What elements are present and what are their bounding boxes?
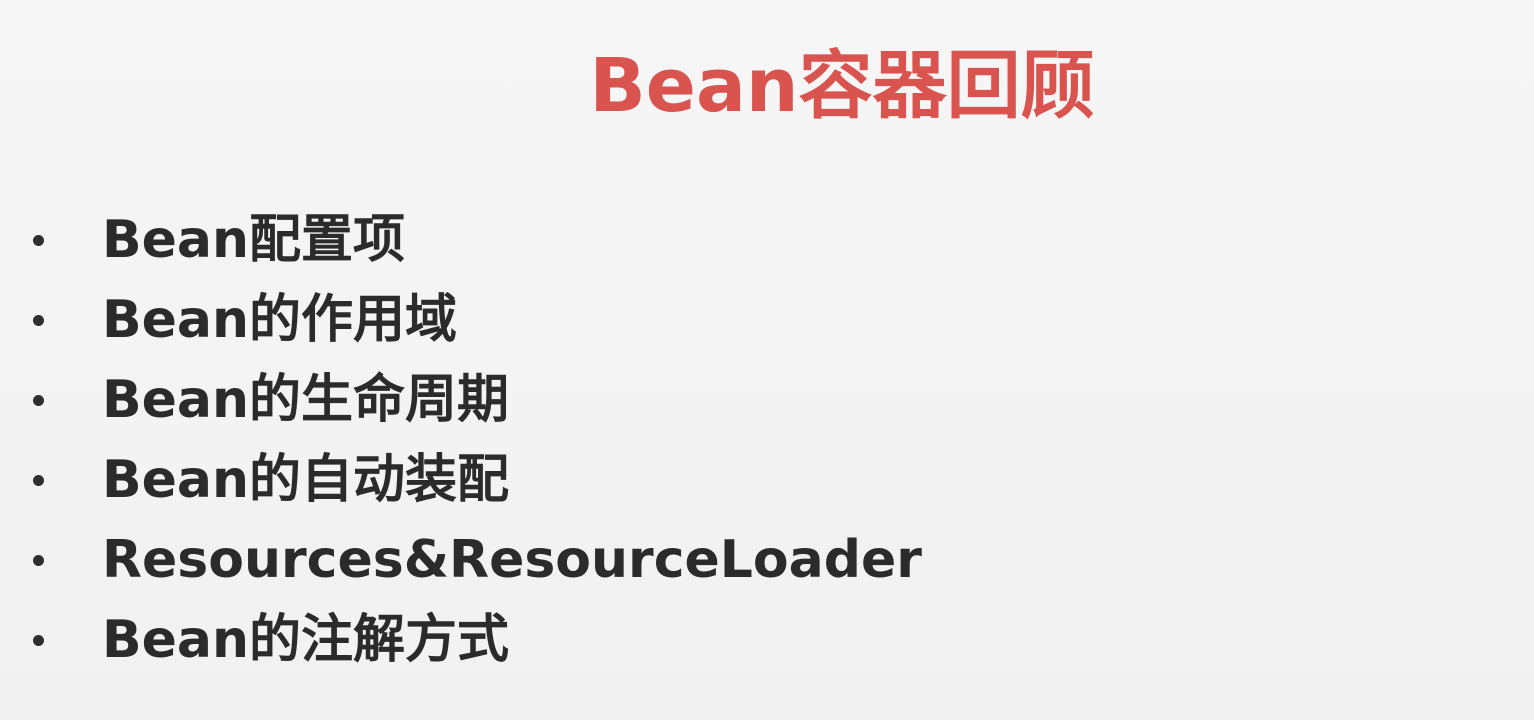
bullet-text: Bean的作用域 [102, 290, 458, 350]
slide: Bean容器回顾 Bean配置项 Bean的作用域 Bean的生命周期 Bean… [0, 0, 1534, 720]
bullet-text: Bean配置项 [102, 210, 406, 270]
bullet-text: Bean的生命周期 [102, 370, 510, 430]
bullet-icon [33, 235, 44, 246]
bullet-icon [33, 395, 44, 406]
slide-title: Bean容器回顾 [589, 43, 1095, 129]
bullet-icon [33, 555, 44, 566]
bullet-icon [33, 315, 44, 326]
bullet-text: Bean的注解方式 [102, 610, 510, 670]
bullet-text: Resources&ResourceLoader [102, 530, 922, 590]
bullet-icon [33, 475, 44, 486]
bullet-text: Bean的自动装配 [102, 450, 510, 510]
bullet-icon [33, 635, 44, 646]
